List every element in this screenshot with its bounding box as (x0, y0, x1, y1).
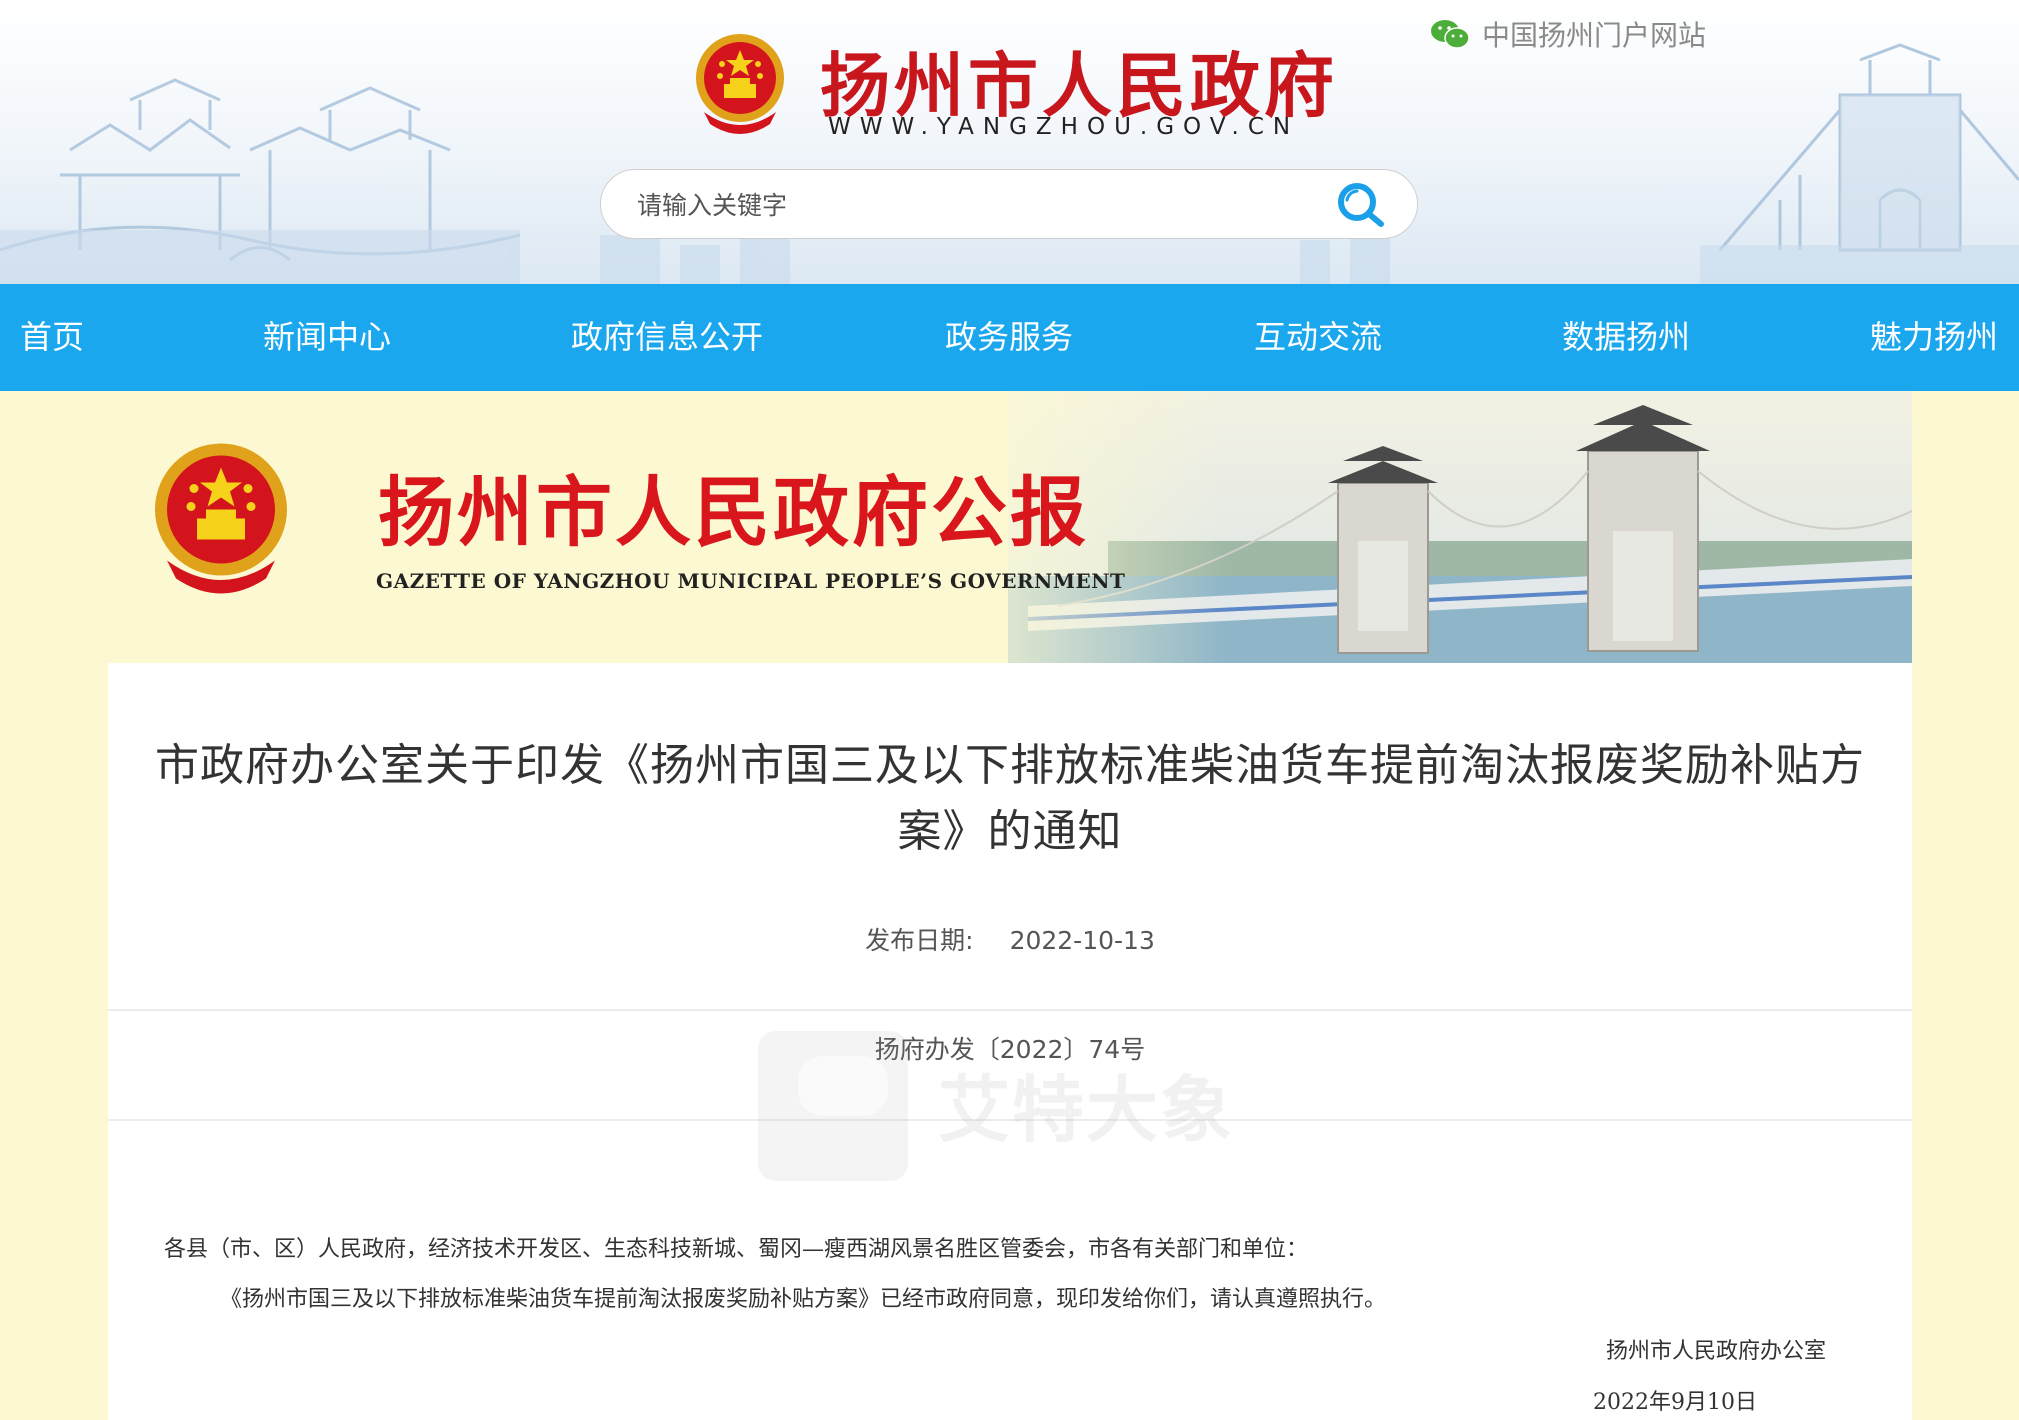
site-header: 扬州市人民政府 WWW.YANGZHOU.GOV.CN 中国扬州门户网站 (0, 0, 2019, 284)
nav-item-services[interactable]: 政务服务 (945, 284, 1073, 391)
portal-link-label[interactable]: 中国扬州门户网站 (1482, 14, 1706, 54)
portal-link[interactable]: 中国扬州门户网站 (1430, 14, 1706, 54)
main-content: 扬州市人民政府公报 GAZETTE OF YANGZHOU MUNICIPAL … (0, 391, 2019, 1420)
search-input[interactable] (635, 182, 1279, 228)
search-box (600, 169, 1418, 239)
publish-info: 发布日期: 2022-10-13 (108, 921, 1912, 957)
national-emblem-icon (696, 34, 784, 134)
search-icon[interactable] (1333, 180, 1389, 230)
gazette-banner: 扬州市人民政府公报 GAZETTE OF YANGZHOU MUNICIPAL … (108, 391, 1912, 663)
nav-item-home[interactable]: 首页 (20, 284, 84, 391)
divider (108, 1009, 1912, 1011)
document-number: 扬府办发〔2022〕74号 (874, 1035, 1146, 1064)
wechat-icon[interactable] (1430, 17, 1470, 51)
divider (108, 1119, 1912, 1121)
nav-item-charm[interactable]: 魅力扬州 (1870, 284, 1998, 391)
article-title: 市政府办公室关于印发《扬州市国三及以下排放标准柴油货车提前淘汰报废奖励补贴方案》… (155, 740, 1865, 857)
signature: 扬州市人民政府办公室 (1606, 1339, 1827, 1364)
gazette-title: 扬州市人民政府公报 (378, 468, 1089, 557)
signature-date: 2022年9月10日 (1593, 1390, 1757, 1415)
article-panel: 市政府办公室关于印发《扬州市国三及以下排放标准柴油货车提前淘汰报废奖励补贴方案》… (108, 663, 1912, 1420)
body-paragraph: 《扬州市国三及以下排放标准柴油货车提前淘汰报废奖励补贴方案》已经市政府同意，现印… (220, 1287, 1387, 1312)
nav-item-news[interactable]: 新闻中心 (263, 284, 391, 391)
gazette-subtitle: GAZETTE OF YANGZHOU MUNICIPAL PEOPLE’S G… (376, 569, 1126, 593)
site-url: WWW.YANGZHOU.GOV.CN (828, 114, 1300, 140)
nav-item-interaction[interactable]: 互动交流 (1254, 284, 1382, 391)
nav-item-data[interactable]: 数据扬州 (1562, 284, 1690, 391)
main-nav: 首页 新闻中心 政府信息公开 政务服务 互动交流 数据扬州 魅力扬州 (0, 284, 2019, 391)
gazette-emblem-icon (155, 443, 287, 594)
publish-date: 2022-10-13 (1009, 926, 1155, 955)
nav-item-info-disclosure[interactable]: 政府信息公开 (571, 284, 763, 391)
publish-date-label: 发布日期: (865, 926, 974, 955)
salutation: 各县（市、区）人民政府，经济技术开发区、生态科技新城、蜀冈—瘦西湖风景名胜区管委… (164, 1237, 1309, 1262)
